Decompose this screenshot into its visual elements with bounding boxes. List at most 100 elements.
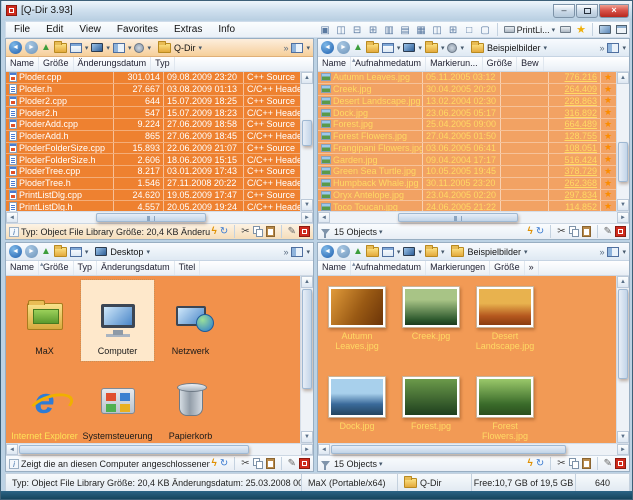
up-button[interactable]: ▲	[41, 41, 51, 54]
screen-tool-button[interactable]	[597, 22, 613, 37]
back-button[interactable]: ◄	[321, 41, 334, 54]
cut-icon[interactable]: ✂	[241, 226, 249, 238]
file-row[interactable]: Ploder2.cpp 644 15.07.2009 18:25 C++ Sou…	[6, 96, 300, 108]
minimize-button[interactable]: –	[553, 4, 575, 18]
vertical-scrollbar[interactable]: ▲ ▼	[300, 276, 313, 443]
chevron-down-icon[interactable]: ▾	[147, 44, 151, 52]
column-header[interactable]: Aufnahmedatum	[351, 57, 426, 71]
chevron-down-icon[interactable]: ▾	[460, 44, 464, 52]
desktop-item[interactable]: Computer	[81, 280, 154, 361]
chevron-down-icon[interactable]: ▾	[85, 44, 89, 52]
chevron-down-icon[interactable]: ▾	[85, 248, 89, 256]
chevron-down-icon[interactable]: ▾	[622, 248, 626, 256]
column-header[interactable]: Markierun...	[426, 57, 483, 71]
column-header[interactable]: Größe	[490, 261, 525, 275]
scroll-left-button[interactable]: ◄	[6, 444, 18, 455]
menu-item[interactable]: View	[71, 23, 109, 36]
file-row[interactable]: Green Sea Turtle.jpg 10.05.2005 19:45 37…	[318, 166, 616, 178]
up-button[interactable]: ▲	[353, 41, 363, 54]
pane-layout-button[interactable]: ▤	[398, 23, 413, 37]
scroll-right-button[interactable]: ►	[301, 212, 313, 223]
folder-menu-button[interactable]	[425, 43, 438, 53]
column-header[interactable]: Größe	[39, 261, 74, 275]
up-button[interactable]: ▲	[353, 245, 363, 258]
quick-action-icon[interactable]: ϟ	[212, 458, 217, 470]
filter-icon[interactable]	[321, 461, 330, 466]
file-row[interactable]: Dock.jpg 23.06.2005 05:17 316.892 ★	[318, 107, 616, 119]
pane-select-button[interactable]	[291, 247, 303, 257]
window-tool-button[interactable]	[614, 22, 629, 37]
chevron-down-icon[interactable]: ▾	[128, 44, 132, 52]
horizontal-scrollbar[interactable]: ◄ ►	[6, 443, 313, 455]
qdir-icon[interactable]	[299, 458, 310, 469]
chevron-down-icon[interactable]: ▾	[418, 248, 422, 256]
scroll-left-button[interactable]: ◄	[318, 212, 330, 223]
file-row[interactable]: Ploder.cpp 301.014 09.08.2009 23:20 C++ …	[6, 72, 300, 84]
file-row[interactable]: Toco Toucan.jpg 24.06.2005 21:22 114.852…	[318, 201, 616, 211]
copy-icon[interactable]	[253, 226, 263, 237]
forward-button[interactable]: ►	[337, 41, 350, 54]
scroll-up-button[interactable]: ▲	[617, 276, 629, 288]
pane-layout-button[interactable]: ▢	[478, 23, 493, 37]
scrollbar-thumb[interactable]	[96, 213, 206, 222]
close-button[interactable]: ×	[599, 4, 629, 18]
address-path[interactable]: Beispielbilder ▾	[467, 43, 551, 53]
file-row[interactable]: Autumn Leaves.jpg 05.11.2005 03:12 776.2…	[318, 72, 616, 84]
chevron-down-icon[interactable]: ▾	[106, 44, 110, 52]
chevron-down-icon[interactable]: ▾	[418, 44, 422, 52]
qdir-icon[interactable]	[615, 458, 626, 469]
scroll-down-button[interactable]: ▼	[301, 431, 313, 443]
chevron-down-icon[interactable]: ▾	[441, 44, 445, 52]
horizontal-scrollbar[interactable]: ◄ ►	[318, 443, 629, 455]
vertical-scrollbar[interactable]: ▲ ▼	[300, 72, 313, 211]
quick-action-icon[interactable]: ϟ	[528, 458, 533, 470]
pane-select-button[interactable]	[291, 43, 303, 53]
thumbnail-item[interactable]: Forest Flowers.jpg	[468, 376, 542, 443]
pane-layout-button[interactable]: □	[462, 23, 477, 37]
folder-icon[interactable]	[366, 43, 379, 53]
pane-layout-button[interactable]: ⊟	[350, 23, 365, 37]
options-button[interactable]	[447, 43, 457, 53]
paste-icon[interactable]	[266, 458, 275, 469]
file-row[interactable]: PrintListDlg.h 4.557 20.05.2009 19:24 C/…	[6, 201, 300, 211]
chevron-down-icon[interactable]: ▾	[306, 44, 310, 52]
pane-layout-button[interactable]: ◫	[430, 23, 445, 37]
view-mode-button[interactable]	[382, 43, 394, 53]
paste-icon[interactable]	[266, 226, 275, 237]
scrollbar-thumb[interactable]	[331, 445, 566, 454]
qdir-icon[interactable]	[615, 226, 626, 237]
chevron-down-icon[interactable]: ▾	[306, 248, 310, 256]
vertical-splitter[interactable]	[314, 38, 317, 472]
title-bar[interactable]: [Q-Dir 3.93] – ×	[2, 1, 633, 20]
column-header[interactable]: Änderungsdatum	[74, 57, 152, 71]
file-row[interactable]: Forest Flowers.jpg 27.04.2005 01:50 128.…	[318, 131, 616, 143]
column-header[interactable]: Bew	[517, 57, 544, 71]
refresh-icon[interactable]: ↻	[536, 226, 544, 238]
desktop-view-button[interactable]	[91, 43, 103, 52]
desktop-item[interactable]: e Internet Explorer	[8, 365, 81, 443]
file-row[interactable]: Ploder.h 27.667 03.08.2009 01:13 C/C++ H…	[6, 84, 300, 96]
copy-icon[interactable]	[569, 458, 579, 469]
horizontal-splitter[interactable]	[5, 240, 630, 242]
scroll-up-button[interactable]: ▲	[617, 72, 629, 84]
file-row[interactable]: PloderAdd.h 865 27.06.2009 18:45 C/C++ H…	[6, 131, 300, 143]
qdir-icon[interactable]	[299, 226, 310, 237]
edit-icon[interactable]: ✎	[288, 458, 296, 470]
chevron-down-icon[interactable]: ▾	[397, 44, 401, 52]
edit-icon[interactable]: ✎	[604, 458, 612, 470]
horizontal-scrollbar[interactable]: ◄ ►	[318, 211, 629, 223]
desktop-item[interactable]: Papierkorb	[154, 365, 227, 443]
view-mode-button[interactable]	[382, 247, 394, 257]
edit-icon[interactable]: ✎	[604, 226, 612, 238]
options-button[interactable]	[134, 43, 144, 53]
menu-item[interactable]: Info	[210, 23, 243, 36]
vertical-scrollbar[interactable]: ▲ ▼	[616, 72, 629, 211]
address-path[interactable]: Q-Dir ▾	[154, 43, 206, 53]
maximize-button[interactable]	[576, 4, 598, 18]
file-row[interactable]: PrintListDlg.cpp 24.620 19.05.2009 17:47…	[6, 190, 300, 202]
scrollbar-thumb[interactable]	[618, 289, 628, 379]
chevron-down-icon[interactable]: ▾	[441, 248, 445, 256]
scrollbar-thumb[interactable]	[302, 289, 312, 389]
file-row[interactable]: PloderFolderSize.h 2.606 18.06.2009 15:1…	[6, 154, 300, 166]
scrollbar-thumb[interactable]	[19, 445, 249, 454]
